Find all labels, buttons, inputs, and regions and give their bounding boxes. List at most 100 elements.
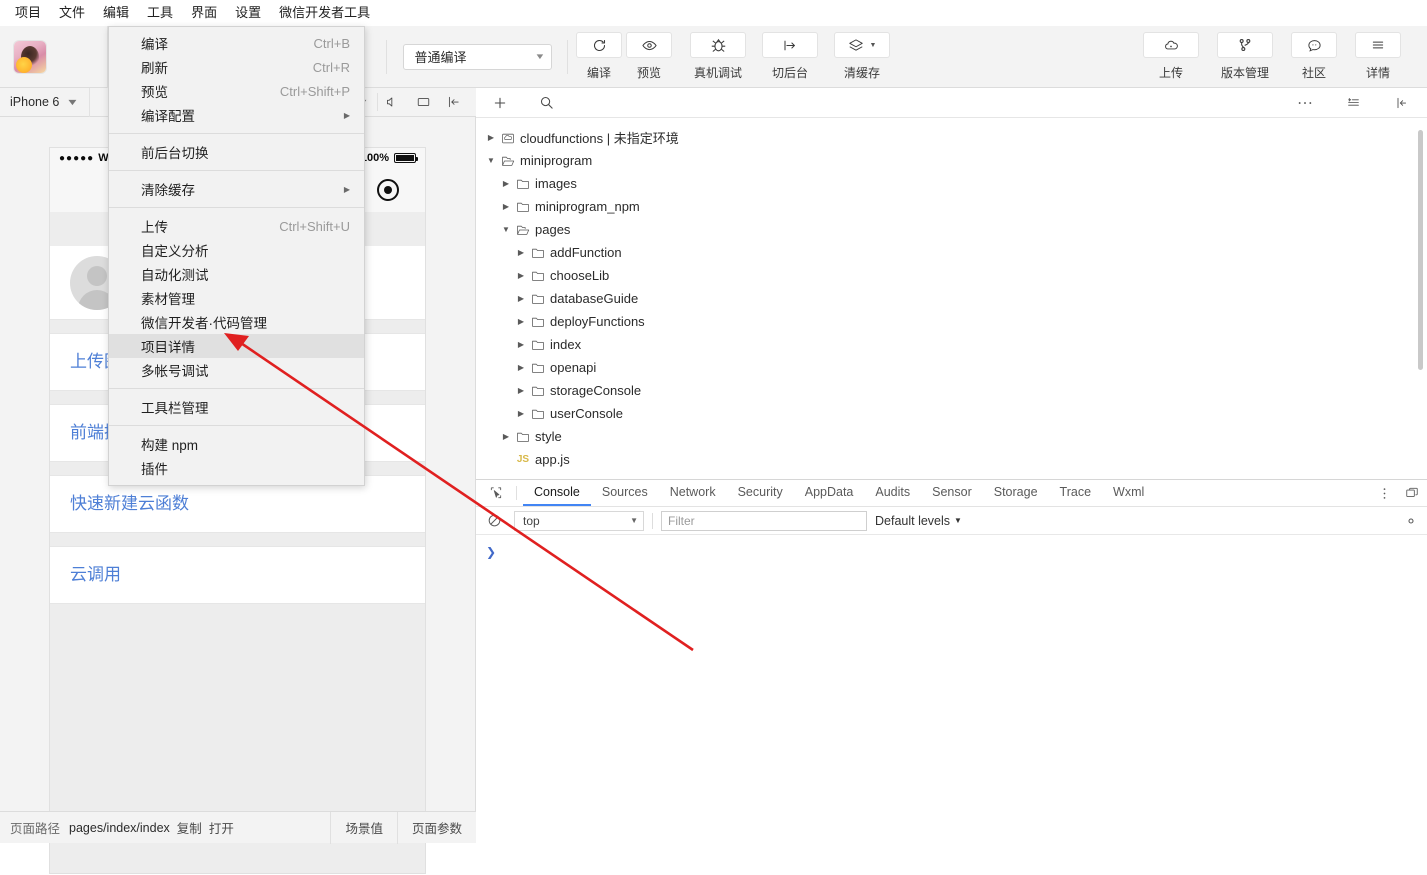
compile-button[interactable]: 编译 — [576, 32, 622, 81]
tree-node[interactable]: ▶ openapi — [476, 356, 1427, 379]
tree-node[interactable]: ▶ userConsole — [476, 402, 1427, 425]
mute-icon[interactable] — [378, 88, 408, 117]
tab-sources[interactable]: Sources — [591, 480, 659, 506]
open-path-button[interactable]: 打开 — [209, 818, 234, 837]
version-management-button[interactable]: 版本管理 — [1217, 32, 1273, 81]
console-settings-icon[interactable] — [1403, 513, 1419, 529]
chevron-right-icon[interactable]: ▶ — [514, 294, 528, 303]
device-select[interactable]: iPhone 6 ▼ — [0, 87, 91, 117]
menu-edit[interactable]: 编辑 — [94, 2, 138, 24]
tree-node[interactable]: ▶ deployFunctions — [476, 310, 1427, 333]
menu-wechat-devtools[interactable]: 微信开发者工具 — [270, 2, 379, 24]
menu-item[interactable]: 刷新 Ctrl+R — [109, 55, 364, 79]
menu-item[interactable]: 项目详情 — [109, 334, 364, 358]
tree-node[interactable]: ▶ miniprogram_npm — [476, 195, 1427, 218]
more-options-icon[interactable] — [1291, 89, 1319, 117]
chevron-down-icon[interactable]: ▼ — [499, 225, 513, 234]
chevron-right-icon[interactable]: ▶ — [499, 179, 513, 188]
menu-interface[interactable]: 界面 — [182, 2, 226, 24]
menu-item[interactable]: 微信开发者·代码管理 — [109, 310, 364, 334]
tab-trace[interactable]: Trace — [1049, 480, 1103, 506]
copy-path-button[interactable]: 复制 — [177, 818, 202, 837]
chevron-right-icon[interactable]: ▶ — [499, 432, 513, 441]
tree-node[interactable]: ▶ addFunction — [476, 241, 1427, 264]
menu-item[interactable]: 上传 Ctrl+Shift+U — [109, 214, 364, 238]
details-button[interactable]: 详情 — [1355, 32, 1401, 81]
compile-select[interactable]: 普通编译 ▼ — [402, 43, 552, 70]
screen-icon[interactable] — [408, 88, 438, 117]
tab-sensor[interactable]: Sensor — [921, 480, 983, 506]
tab-appdata[interactable]: AppData — [794, 480, 865, 506]
tab-audits[interactable]: Audits — [864, 480, 921, 506]
tree-node[interactable]: ▼ pages — [476, 218, 1427, 241]
tab-network[interactable]: Network — [659, 480, 727, 506]
console-filter-input[interactable] — [661, 510, 867, 531]
tab-security[interactable]: Security — [727, 480, 794, 506]
menu-tools[interactable]: 工具 — [138, 2, 182, 24]
avatar-container[interactable] — [0, 25, 108, 88]
real-device-debug-button[interactable]: 真机调试 — [690, 32, 746, 81]
tab-console[interactable]: Console — [523, 480, 591, 506]
menu-item[interactable]: 预览 Ctrl+Shift+P — [109, 79, 364, 103]
background-switch-button[interactable]: 切后台 — [762, 32, 818, 81]
collapse-panel-icon[interactable] — [438, 88, 468, 117]
tab-wxml[interactable]: Wxml — [1102, 480, 1155, 506]
menu-item[interactable]: 编译配置 ▶ — [109, 103, 364, 127]
menu-item[interactable]: 构建 npm — [109, 432, 364, 456]
search-icon[interactable] — [532, 89, 560, 117]
community-button[interactable]: 社区 — [1291, 32, 1337, 81]
menu-file[interactable]: 文件 — [50, 2, 94, 24]
menu-project[interactable]: 项目 — [6, 2, 50, 24]
console-levels-select[interactable]: Default levels ▼ — [875, 514, 962, 528]
menu-item[interactable]: 前后台切换 — [109, 140, 364, 164]
inspect-element-icon[interactable] — [482, 480, 510, 506]
tree-node[interactable]: ▼ miniprogram — [476, 149, 1427, 172]
menu-item[interactable]: 工具栏管理 — [109, 395, 364, 419]
console-output[interactable]: ❯ — [476, 535, 1427, 875]
tree-node[interactable]: ▶ databaseGuide — [476, 287, 1427, 310]
devtools-dock-icon[interactable] — [1397, 480, 1427, 506]
devtools-more-icon[interactable] — [1371, 480, 1397, 506]
chevron-right-icon[interactable]: ▶ — [514, 409, 528, 418]
preview-button[interactable]: 预览 — [626, 32, 672, 81]
console-context-select[interactable]: top ▼ — [514, 510, 644, 531]
page-params-button[interactable]: 页面参数 — [396, 811, 476, 844]
scene-value-button[interactable]: 场景值 — [330, 811, 397, 844]
tab-storage[interactable]: Storage — [983, 480, 1049, 506]
menu-settings[interactable]: 设置 — [226, 2, 270, 24]
chevron-right-icon[interactable]: ▶ — [514, 317, 528, 326]
chevron-right-icon[interactable]: ▶ — [484, 133, 498, 142]
chevron-right-icon[interactable]: ▶ — [499, 202, 513, 211]
menu-item[interactable]: 多帐号调试 — [109, 358, 364, 382]
collapse-all-icon[interactable] — [1339, 89, 1367, 117]
toggle-sidebar-icon[interactable] — [1387, 89, 1415, 117]
upload-button[interactable]: 上传 — [1143, 32, 1199, 81]
menu-item[interactable]: 素材管理 — [109, 286, 364, 310]
clear-cache-button[interactable]: ▼ 清缓存 — [834, 32, 890, 81]
tree-node[interactable]: ▶ storageConsole — [476, 379, 1427, 402]
menu-item[interactable]: 清除缓存 ▶ — [109, 177, 364, 201]
menu-item[interactable]: 编译 Ctrl+B — [109, 31, 364, 55]
add-file-icon[interactable] — [486, 89, 514, 117]
tree-node[interactable]: ▶ images — [476, 172, 1427, 195]
tree-node[interactable]: ▶ cloudfunctions | 未指定环境 — [476, 126, 1427, 149]
clear-console-icon[interactable] — [482, 513, 506, 528]
chevron-down-icon[interactable]: ▼ — [484, 156, 498, 165]
menu-item[interactable]: 插件 — [109, 456, 364, 480]
chevron-right-icon[interactable]: ▶ — [514, 248, 528, 257]
avatar[interactable] — [14, 40, 46, 73]
list-item[interactable]: 云调用 — [50, 546, 425, 604]
chevron-right-icon[interactable]: ▶ — [514, 340, 528, 349]
tree-node[interactable]: ▶JSapp.js — [476, 448, 1427, 471]
tree-node[interactable]: ▶ style — [476, 425, 1427, 448]
tools-dropdown-menu[interactable]: 编译 Ctrl+B 刷新 Ctrl+R 预览 Ctrl+Shift+P 编译配置 ▶ 前后台切换… — [108, 26, 365, 486]
record-dot-icon[interactable] — [377, 179, 399, 201]
tree-node[interactable]: ▶ index — [476, 333, 1427, 356]
menu-item[interactable]: 自定义分析 — [109, 238, 364, 262]
menu-item[interactable]: 自动化测试 — [109, 262, 364, 286]
chevron-right-icon[interactable]: ▶ — [514, 271, 528, 280]
tree-node[interactable]: ▶ chooseLib — [476, 264, 1427, 287]
file-tree-scrollbar[interactable] — [1418, 130, 1423, 370]
chevron-right-icon[interactable]: ▶ — [514, 386, 528, 395]
chevron-right-icon[interactable]: ▶ — [514, 363, 528, 372]
